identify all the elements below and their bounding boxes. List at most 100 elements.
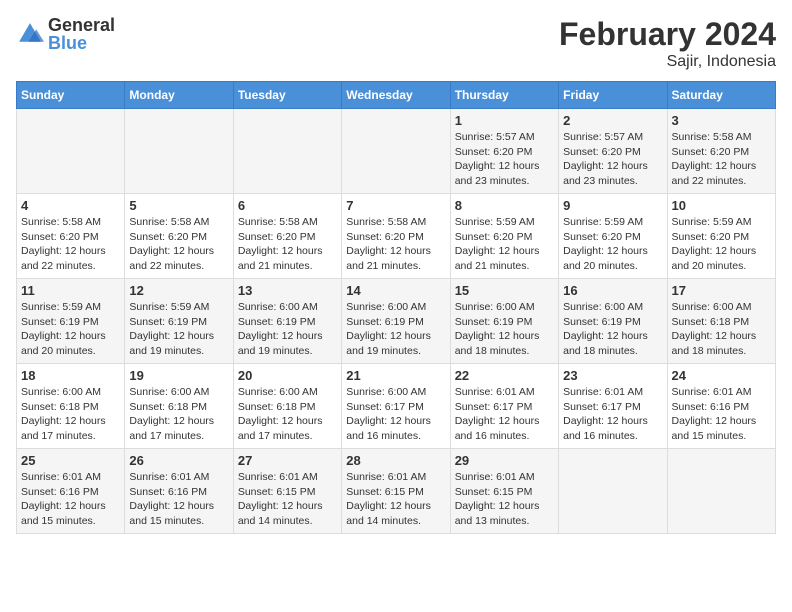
calendar-week-row: 4 Sunrise: 5:58 AMSunset: 6:20 PMDaylight… xyxy=(17,194,776,279)
title-area: February 2024 Sajir, Indonesia xyxy=(559,16,776,71)
day-number: 4 xyxy=(21,198,120,213)
day-info: Sunrise: 5:58 AMSunset: 6:20 PMDaylight:… xyxy=(346,215,445,274)
day-number: 8 xyxy=(455,198,554,213)
day-number: 26 xyxy=(129,453,228,468)
calendar-cell: 12 Sunrise: 5:59 AMSunset: 6:19 PMDayligh… xyxy=(125,279,233,364)
day-number: 13 xyxy=(238,283,337,298)
day-info: Sunrise: 6:00 AMSunset: 6:18 PMDaylight:… xyxy=(21,385,120,444)
day-info: Sunrise: 6:01 AMSunset: 6:16 PMDaylight:… xyxy=(672,385,771,444)
calendar-cell: 1 Sunrise: 5:57 AMSunset: 6:20 PMDaylight… xyxy=(450,109,558,194)
calendar-cell: 5Sunrise: 5:58 AMSunset: 6:20 PMDaylight… xyxy=(125,194,233,279)
calendar-cell: 3 Sunrise: 5:58 AMSunset: 6:20 PMDaylight… xyxy=(667,109,775,194)
calendar-cell: 22 Sunrise: 6:01 AMSunset: 6:17 PMDayligh… xyxy=(450,364,558,449)
calendar-cell: 9Sunrise: 5:59 AMSunset: 6:20 PMDaylight… xyxy=(559,194,667,279)
day-number: 12 xyxy=(129,283,228,298)
calendar-cell: 28 Sunrise: 6:01 AMSunset: 6:15 PMDayligh… xyxy=(342,449,450,534)
day-info: Sunrise: 6:00 AMSunset: 6:19 PMDaylight:… xyxy=(563,300,662,359)
day-number: 5 xyxy=(129,198,228,213)
day-info: Sunrise: 5:59 AMSunset: 6:19 PMDaylight:… xyxy=(21,300,120,359)
day-number: 23 xyxy=(563,368,662,383)
logo-icon xyxy=(16,20,44,48)
day-info: Sunrise: 5:58 AMSunset: 6:20 PMDaylight:… xyxy=(238,215,337,274)
day-number: 19 xyxy=(129,368,228,383)
calendar-cell xyxy=(342,109,450,194)
day-number: 22 xyxy=(455,368,554,383)
weekday-header-wednesday: Wednesday xyxy=(342,82,450,109)
calendar-week-row: 18 Sunrise: 6:00 AMSunset: 6:18 PMDayligh… xyxy=(17,364,776,449)
day-info: Sunrise: 6:00 AMSunset: 6:18 PMDaylight:… xyxy=(238,385,337,444)
calendar-cell: 25Sunrise: 6:01 AMSunset: 6:16 PMDayligh… xyxy=(17,449,125,534)
day-number: 7 xyxy=(346,198,445,213)
day-number: 10 xyxy=(672,198,771,213)
day-number: 27 xyxy=(238,453,337,468)
day-number: 1 xyxy=(455,113,554,128)
weekday-header-thursday: Thursday xyxy=(450,82,558,109)
calendar-cell: 10 Sunrise: 5:59 AMSunset: 6:20 PMDayligh… xyxy=(667,194,775,279)
calendar-cell: 20 Sunrise: 6:00 AMSunset: 6:18 PMDayligh… xyxy=(233,364,341,449)
calendar-cell: 15 Sunrise: 6:00 AMSunset: 6:19 PMDayligh… xyxy=(450,279,558,364)
day-number: 17 xyxy=(672,283,771,298)
calendar-cell: 16Sunrise: 6:00 AMSunset: 6:19 PMDayligh… xyxy=(559,279,667,364)
day-info: Sunrise: 5:58 AMSunset: 6:20 PMDaylight:… xyxy=(672,130,771,189)
day-info: Sunrise: 5:59 AMSunset: 6:20 PMDaylight:… xyxy=(455,215,554,274)
day-number: 15 xyxy=(455,283,554,298)
day-number: 11 xyxy=(21,283,120,298)
day-info: Sunrise: 6:01 AMSunset: 6:16 PMDaylight:… xyxy=(129,470,228,529)
logo-line2: Blue xyxy=(48,34,115,52)
day-info: Sunrise: 6:01 AMSunset: 6:15 PMDaylight:… xyxy=(346,470,445,529)
weekday-header-saturday: Saturday xyxy=(667,82,775,109)
calendar-cell: 19 Sunrise: 6:00 AMSunset: 6:18 PMDayligh… xyxy=(125,364,233,449)
day-number: 24 xyxy=(672,368,771,383)
calendar-week-row: 1 Sunrise: 5:57 AMSunset: 6:20 PMDaylight… xyxy=(17,109,776,194)
day-number: 18 xyxy=(21,368,120,383)
weekday-header-friday: Friday xyxy=(559,82,667,109)
day-info: Sunrise: 6:01 AMSunset: 6:15 PMDaylight:… xyxy=(238,470,337,529)
weekday-header-monday: Monday xyxy=(125,82,233,109)
calendar-cell xyxy=(233,109,341,194)
calendar-cell: 26 Sunrise: 6:01 AMSunset: 6:16 PMDayligh… xyxy=(125,449,233,534)
calendar-cell: 8 Sunrise: 5:59 AMSunset: 6:20 PMDaylight… xyxy=(450,194,558,279)
day-info: Sunrise: 5:59 AMSunset: 6:20 PMDaylight:… xyxy=(672,215,771,274)
day-info: Sunrise: 6:00 AMSunset: 6:18 PMDaylight:… xyxy=(129,385,228,444)
calendar-week-row: 25 Sunrise: 6:01 AMSunset: 6:16 PMDayligh… xyxy=(17,449,776,534)
calendar-week-row: 11 Sunrise: 5:59 AMSunset: 6:19 PMDayligh… xyxy=(17,279,776,364)
day-info: Sunrise: 6:00 AMSunset: 6:19 PMDaylight:… xyxy=(238,300,337,359)
calendar-cell: 2Sunrise: 5:57 AMSunset: 6:20 PMDaylight… xyxy=(559,109,667,194)
weekday-header-tuesday: Tuesday xyxy=(233,82,341,109)
page-subtitle: Sajir, Indonesia xyxy=(559,53,776,71)
day-info: Sunrise: 5:57 AMSunset: 6:20 PMDaylight:… xyxy=(455,130,554,189)
calendar-header-row: SundayMondayTuesdayWednesdayThursdayFrid… xyxy=(17,82,776,109)
calendar-table: SundayMondayTuesdayWednesdayThursdayFrid… xyxy=(16,81,776,534)
calendar-cell: 18 Sunrise: 6:00 AMSunset: 6:18 PMDayligh… xyxy=(17,364,125,449)
calendar-cell: 11 Sunrise: 5:59 AMSunset: 6:19 PMDayligh… xyxy=(17,279,125,364)
calendar-cell xyxy=(17,109,125,194)
day-info: Sunrise: 6:01 AMSunset: 6:17 PMDaylight:… xyxy=(455,385,554,444)
day-number: 21 xyxy=(346,368,445,383)
page-header: General Blue February 2024 Sajir, Indone… xyxy=(16,16,776,71)
day-info: Sunrise: 6:00 AMSunset: 6:18 PMDaylight:… xyxy=(672,300,771,359)
calendar-cell: 21Sunrise: 6:00 AMSunset: 6:17 PMDayligh… xyxy=(342,364,450,449)
page-title: February 2024 xyxy=(559,16,776,53)
day-number: 20 xyxy=(238,368,337,383)
day-info: Sunrise: 5:57 AMSunset: 6:20 PMDaylight:… xyxy=(563,130,662,189)
logo-line1: General xyxy=(48,16,115,34)
calendar-cell: 24 Sunrise: 6:01 AMSunset: 6:16 PMDayligh… xyxy=(667,364,775,449)
calendar-cell: 27 Sunrise: 6:01 AMSunset: 6:15 PMDayligh… xyxy=(233,449,341,534)
day-info: Sunrise: 6:01 AMSunset: 6:17 PMDaylight:… xyxy=(563,385,662,444)
day-info: Sunrise: 5:59 AMSunset: 6:19 PMDaylight:… xyxy=(129,300,228,359)
day-number: 14 xyxy=(346,283,445,298)
day-number: 3 xyxy=(672,113,771,128)
day-number: 28 xyxy=(346,453,445,468)
day-number: 9 xyxy=(563,198,662,213)
calendar-cell: 29Sunrise: 6:01 AMSunset: 6:15 PMDayligh… xyxy=(450,449,558,534)
calendar-cell: 4Sunrise: 5:58 AMSunset: 6:20 PMDaylight… xyxy=(17,194,125,279)
day-number: 29 xyxy=(455,453,554,468)
day-info: Sunrise: 6:00 AMSunset: 6:19 PMDaylight:… xyxy=(455,300,554,359)
day-number: 25 xyxy=(21,453,120,468)
logo: General Blue xyxy=(16,16,115,52)
day-info: Sunrise: 6:00 AMSunset: 6:19 PMDaylight:… xyxy=(346,300,445,359)
weekday-header-sunday: Sunday xyxy=(17,82,125,109)
day-number: 6 xyxy=(238,198,337,213)
calendar-cell xyxy=(667,449,775,534)
calendar-cell: 13 Sunrise: 6:00 AMSunset: 6:19 PMDayligh… xyxy=(233,279,341,364)
